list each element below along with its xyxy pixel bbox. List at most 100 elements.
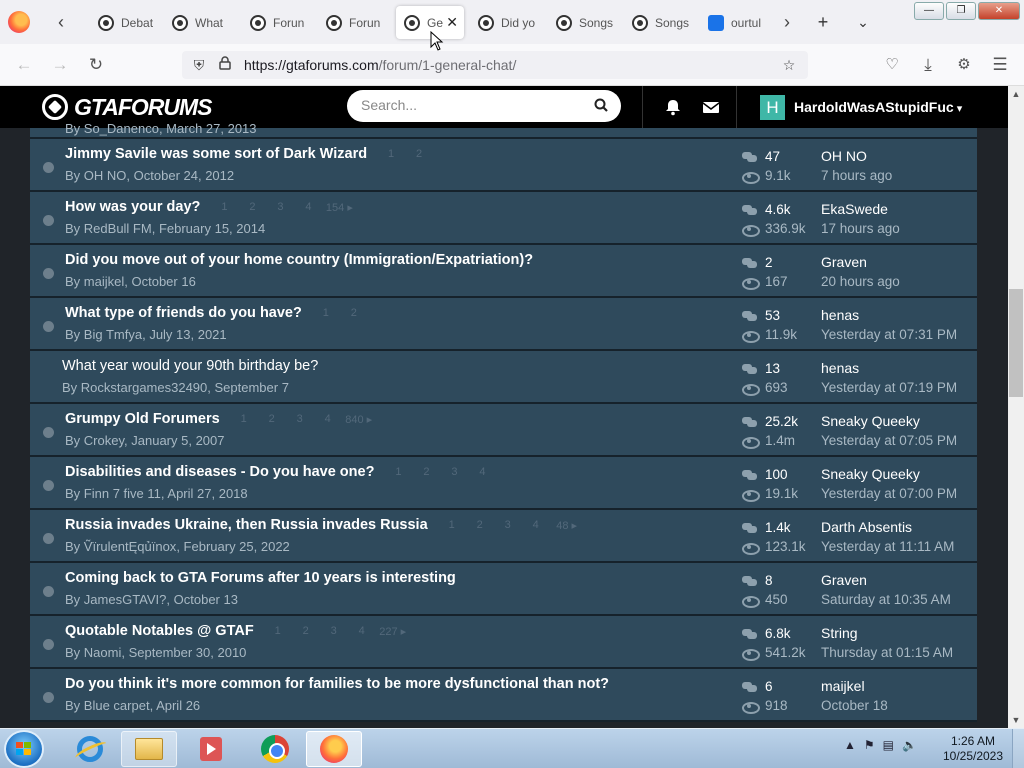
topic-author-link[interactable]: Finn 7 five 11	[84, 486, 161, 501]
browser-tab[interactable]: Songs	[548, 6, 616, 39]
topic-title-link[interactable]: What type of friends do you have? 1 2	[65, 305, 368, 321]
minimize-window-icon[interactable]: —	[914, 2, 944, 20]
scroll-down-arrow-icon[interactable]: ▼	[1008, 712, 1024, 728]
page-link[interactable]: 2	[340, 307, 368, 319]
show-desktop-button[interactable]	[1012, 729, 1024, 768]
last-post-time-link[interactable]: Yesterday at 07:05 PM	[821, 431, 957, 450]
page-link[interactable]: 3	[494, 519, 522, 532]
topic-row[interactable]: Did you move out of your home country (I…	[30, 245, 977, 298]
topic-author-link[interactable]: maijkel	[84, 274, 124, 289]
last-poster-link[interactable]: OH NO	[821, 147, 892, 166]
padlock-icon[interactable]	[216, 56, 234, 74]
close-window-icon[interactable]: ✕	[978, 2, 1020, 20]
page-link[interactable]: 3	[320, 625, 348, 638]
browser-tab[interactable]: What	[164, 6, 230, 39]
page-link[interactable]: 4	[348, 625, 376, 638]
notifications-bell-icon[interactable]	[664, 98, 682, 116]
user-avatar[interactable]: H	[760, 95, 785, 120]
page-link[interactable]: 4	[522, 519, 550, 532]
topic-title-link[interactable]: Russia invades Ukraine, then Russia inva…	[65, 517, 584, 533]
downloads-icon[interactable]: ⤓	[916, 54, 940, 76]
last-poster-link[interactable]: String	[821, 624, 953, 643]
url-text[interactable]: https://gtaforums.com/forum/1-general-ch…	[244, 57, 516, 73]
address-bar[interactable]: ⛨ https://gtaforums.com/forum/1-general-…	[182, 51, 808, 79]
topic-title-link[interactable]: What year would your 90th birthday be?	[62, 358, 318, 374]
browser-tab[interactable]: Forun	[242, 6, 310, 39]
topic-row[interactable]: How was your day? 1 2 3 4 154 ▸ By RedBull FM,…	[30, 192, 977, 245]
topic-row[interactable]: Russia invades Ukraine, then Russia inva…	[30, 510, 977, 563]
forward-arrow-icon[interactable]: →	[48, 54, 72, 76]
chrome-taskbar-button[interactable]	[247, 731, 303, 767]
page-link[interactable]: 2	[292, 625, 320, 638]
page-link[interactable]: 4	[294, 201, 322, 214]
topic-author-link[interactable]: Rockstargames32490	[81, 380, 207, 395]
page-link[interactable]: 1	[312, 307, 340, 319]
last-poster-link[interactable]: Sneaky Queeky	[821, 465, 957, 484]
topic-author-link[interactable]: Blue carpet	[84, 698, 150, 713]
start-button[interactable]	[4, 730, 44, 768]
firefox-taskbar-button[interactable]	[306, 731, 362, 767]
scroll-up-arrow-icon[interactable]: ▲	[1008, 86, 1024, 102]
topic-title-link[interactable]: Jimmy Savile was some sort of Dark Wizar…	[65, 146, 433, 162]
bookmark-star-icon[interactable]: ☆	[780, 56, 798, 74]
page-link[interactable]: 1	[377, 148, 405, 160]
topic-author-link[interactable]: ṼïrulentĘqủïnox	[84, 539, 177, 554]
page-link[interactable]: 227 ▸	[376, 625, 410, 638]
last-post-time-link[interactable]: 7 hours ago	[821, 166, 892, 185]
gtaforums-logo[interactable]: GTAFORUMS	[42, 92, 213, 122]
page-link[interactable]: 154 ▸	[322, 201, 356, 214]
last-post-time-link[interactable]: Thursday at 01:15 AM	[821, 643, 953, 662]
topic-title-link[interactable]: Quotable Notables @ GTAF 1 2 3 4 227 ▸	[65, 623, 410, 639]
page-link[interactable]: 4	[468, 466, 496, 478]
new-tab-icon[interactable]: +	[812, 11, 834, 33]
search-input[interactable]	[361, 97, 581, 113]
page-link[interactable]: 1	[230, 413, 258, 426]
topic-row[interactable]: Coming back to GTA Forums after 10 years…	[30, 563, 977, 616]
topic-title-link[interactable]: Coming back to GTA Forums after 10 years…	[65, 570, 456, 586]
reload-icon[interactable]: ↻	[84, 54, 108, 76]
page-link[interactable]: 1	[384, 466, 412, 478]
topic-author-link[interactable]: JamesGTAVI?	[84, 592, 167, 607]
last-poster-link[interactable]: Sneaky Queeky	[821, 412, 957, 431]
last-post-time-link[interactable]: 17 hours ago	[821, 219, 900, 238]
back-arrow-icon[interactable]: ←	[12, 54, 36, 76]
page-link[interactable]: 2	[258, 413, 286, 426]
topic-row[interactable]: Grumpy Old Forumers 1 2 3 4 840 ▸ By Crokey, J…	[30, 404, 977, 457]
page-link[interactable]: 3	[286, 413, 314, 426]
topic-row[interactable]: Quotable Notables @ GTAF 1 2 3 4 227 ▸ By Naom…	[30, 616, 977, 669]
extensions-icon[interactable]: ⚙	[952, 54, 976, 76]
media-player-taskbar-button[interactable]	[183, 731, 239, 767]
browser-tab[interactable]: Did yo	[470, 6, 540, 39]
topic-row-partial[interactable]: By So_Danenco, March 27, 2013	[30, 121, 977, 139]
last-post-time-link[interactable]: Yesterday at 07:00 PM	[821, 484, 957, 503]
last-poster-link[interactable]: henas	[821, 306, 957, 325]
browser-tab[interactable]: Debat	[90, 6, 156, 39]
topic-row[interactable]: Disabilities and diseases - Do you have …	[30, 457, 977, 510]
last-post-time-link[interactable]: Yesterday at 07:31 PM	[821, 325, 957, 344]
list-all-tabs-icon[interactable]: ⌄	[852, 11, 874, 33]
page-link[interactable]: 2	[238, 201, 266, 214]
user-menu[interactable]: HardoldWasAStupidFuc	[794, 99, 962, 115]
action-center-flag-icon[interactable]: ⚑	[864, 738, 875, 752]
topic-title-link[interactable]: Grumpy Old Forumers 1 2 3 4 840 ▸	[65, 411, 376, 427]
tab-scroll-left-icon[interactable]: ‹	[50, 11, 72, 33]
close-tab-icon[interactable]: ✕	[446, 14, 458, 31]
browser-tab[interactable]: Forun	[318, 6, 386, 39]
last-post-time-link[interactable]: 20 hours ago	[821, 272, 900, 291]
tracking-shield-icon[interactable]: ⛨	[190, 56, 208, 74]
page-link[interactable]: 4	[314, 413, 342, 426]
scrollbar-thumb[interactable]	[1009, 289, 1023, 397]
pocket-icon[interactable]: ♡	[880, 54, 904, 76]
network-icon[interactable]: ▤	[883, 738, 894, 752]
topic-title-link[interactable]: How was your day? 1 2 3 4 154 ▸	[65, 199, 356, 215]
topic-title-link[interactable]: Disabilities and diseases - Do you have …	[65, 464, 496, 480]
topic-author-link[interactable]: RedBull FM	[84, 221, 152, 236]
search-icon[interactable]	[594, 98, 608, 112]
browser-tab[interactable]: Songs	[624, 6, 692, 39]
topic-row[interactable]: What year would your 90th birthday be? By…	[30, 351, 977, 404]
browser-tab[interactable]: ourtul	[700, 6, 766, 39]
last-post-time-link[interactable]: Yesterday at 07:19 PM	[821, 378, 957, 397]
topic-row[interactable]: Do you think it's more common for famili…	[30, 669, 977, 722]
last-poster-link[interactable]: maijkel	[821, 677, 888, 696]
topic-row[interactable]: Jimmy Savile was some sort of Dark Wizar…	[30, 139, 977, 192]
